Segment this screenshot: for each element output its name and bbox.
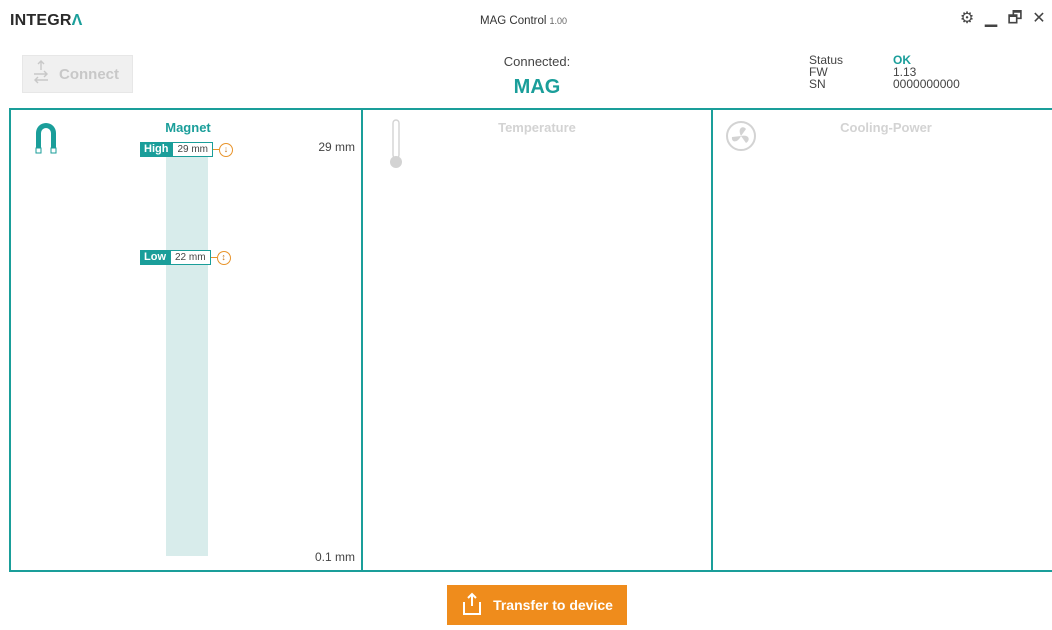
- magnet-panel: Magnet 29 mm 0.1 mm High 29 mm ↓ Low 22 …: [11, 110, 363, 570]
- restore-icon[interactable]: 🗗: [1006, 10, 1024, 28]
- sn-value: 0000000000: [893, 77, 960, 91]
- high-drag-icon[interactable]: ↓: [219, 142, 234, 157]
- window-title: MAG Control 1.00: [480, 15, 567, 27]
- minimize-icon[interactable]: ▁: [982, 10, 1000, 28]
- low-drag-icon[interactable]: ↕: [216, 250, 231, 265]
- sn-key: SN: [809, 77, 826, 91]
- close-icon[interactable]: ✕: [1030, 10, 1048, 28]
- title-bar: INTEGRΛ MAG Control 1.00 ⚙ ▁ 🗗 ✕: [0, 0, 1052, 40]
- high-tag: High: [140, 142, 173, 157]
- magnet-title: Magnet: [165, 120, 211, 135]
- window-controls: ⚙ ▁ 🗗 ✕: [958, 10, 1048, 28]
- upload-icon: [461, 592, 483, 619]
- transfer-button[interactable]: Transfer to device: [447, 585, 627, 625]
- integra-logo: INTEGRΛ: [10, 12, 83, 29]
- low-tag: Low: [140, 250, 170, 265]
- low-marker[interactable]: Low 22 mm ↕: [140, 250, 231, 265]
- control-panels: Magnet 29 mm 0.1 mm High 29 mm ↓ Low 22 …: [9, 108, 1052, 572]
- high-value[interactable]: 29 mm: [172, 142, 214, 157]
- device-header: Connect Connected: MAG Status OK FW 1.13 S…: [0, 40, 1052, 108]
- cooling-title: Cooling-Power: [840, 120, 932, 135]
- low-value[interactable]: 22 mm: [170, 250, 211, 265]
- gear-icon[interactable]: ⚙: [958, 10, 976, 28]
- temperature-title: Temperature: [498, 120, 576, 135]
- status-block: Status OK FW 1.13 SN 0000000000: [809, 54, 960, 90]
- scale-bottom-label: 0.1 mm: [314, 550, 355, 564]
- low-connector: [210, 257, 217, 258]
- magnet-height-track[interactable]: [166, 146, 208, 556]
- cooling-panel: Cooling-Power: [713, 110, 1052, 570]
- temperature-panel: Temperature: [363, 110, 713, 570]
- scale-top-label: 29 mm: [318, 140, 355, 154]
- transfer-label: Transfer to device: [493, 597, 613, 613]
- high-marker[interactable]: High 29 mm ↓: [140, 142, 234, 157]
